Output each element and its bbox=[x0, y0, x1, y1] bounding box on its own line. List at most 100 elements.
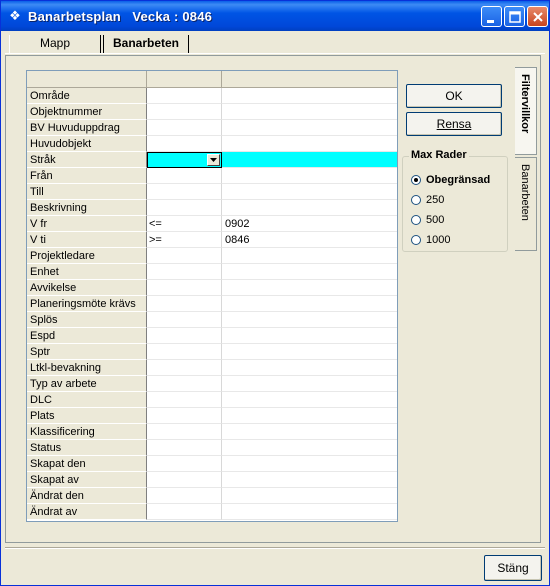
close-window-button[interactable] bbox=[527, 6, 548, 27]
radio-1000-dot[interactable] bbox=[411, 235, 421, 245]
row-value-cell[interactable]: 0846 bbox=[222, 232, 397, 248]
tab-mapp[interactable]: Mapp bbox=[9, 35, 101, 53]
radio-250-label: 250 bbox=[426, 194, 445, 206]
row-value-cell[interactable] bbox=[222, 456, 397, 472]
row-operator-cell[interactable] bbox=[147, 264, 222, 280]
table-row[interactable]: Enhet bbox=[27, 264, 397, 280]
row-value-cell[interactable] bbox=[222, 504, 397, 520]
table-row[interactable]: Espd bbox=[27, 328, 397, 344]
row-value-cell[interactable] bbox=[222, 200, 397, 216]
row-operator-cell[interactable] bbox=[147, 376, 222, 392]
stang-button[interactable]: Stäng bbox=[484, 555, 542, 581]
table-row[interactable]: Ändrat av bbox=[27, 504, 397, 520]
row-operator-cell[interactable] bbox=[147, 392, 222, 408]
row-value-cell[interactable] bbox=[222, 152, 397, 168]
table-row[interactable]: Ändrat den bbox=[27, 488, 397, 504]
row-value-cell[interactable] bbox=[222, 104, 397, 120]
table-row[interactable]: Område bbox=[27, 88, 397, 104]
row-label: V fr bbox=[27, 216, 147, 232]
row-operator-cell[interactable] bbox=[147, 296, 222, 312]
row-operator-cell[interactable] bbox=[147, 248, 222, 264]
row-value-cell[interactable] bbox=[222, 312, 397, 328]
table-row[interactable]: V ti >= 0846 bbox=[27, 232, 397, 248]
table-row[interactable]: Sptr bbox=[27, 344, 397, 360]
table-row[interactable]: Från bbox=[27, 168, 397, 184]
row-value-cell[interactable] bbox=[222, 360, 397, 376]
row-value-cell[interactable] bbox=[222, 440, 397, 456]
tab-banarbeten-side[interactable]: Banarbeten bbox=[515, 157, 537, 251]
row-value-cell[interactable]: 0902 bbox=[222, 216, 397, 232]
tab-filtervillkor[interactable]: Filtervillkor bbox=[515, 67, 537, 155]
row-operator-cell[interactable] bbox=[147, 408, 222, 424]
row-value-cell[interactable] bbox=[222, 168, 397, 184]
row-operator-cell[interactable] bbox=[147, 344, 222, 360]
radio-500-dot[interactable] bbox=[411, 215, 421, 225]
row-value-cell[interactable] bbox=[222, 264, 397, 280]
row-operator-cell[interactable] bbox=[147, 104, 222, 120]
tab-banarbeten[interactable]: Banarbeten bbox=[103, 35, 189, 53]
row-operator-cell[interactable] bbox=[147, 88, 222, 104]
table-row[interactable]: Avvikelse bbox=[27, 280, 397, 296]
row-operator-cell[interactable] bbox=[147, 440, 222, 456]
dropdown-button[interactable] bbox=[207, 154, 220, 166]
table-row[interactable]: Skapat av bbox=[27, 472, 397, 488]
table-row[interactable]: Projektledare bbox=[27, 248, 397, 264]
table-row[interactable]: Ltkl-bevakning bbox=[27, 360, 397, 376]
row-value-cell[interactable] bbox=[222, 328, 397, 344]
minimize-button[interactable] bbox=[481, 6, 502, 27]
maximize-icon bbox=[509, 11, 521, 23]
row-value-cell[interactable] bbox=[222, 488, 397, 504]
table-row[interactable]: BV Huvuduppdrag bbox=[27, 120, 397, 136]
radio-obegransad-dot[interactable] bbox=[411, 175, 421, 185]
table-row[interactable]: Planeringsmöte krävs bbox=[27, 296, 397, 312]
row-operator-cell[interactable] bbox=[147, 168, 222, 184]
table-row[interactable]: Stråk bbox=[27, 152, 397, 168]
ok-button[interactable]: OK bbox=[406, 84, 502, 108]
row-operator-cell[interactable] bbox=[147, 280, 222, 296]
row-value-cell[interactable] bbox=[222, 136, 397, 152]
table-row[interactable]: V fr <= 0902 bbox=[27, 216, 397, 232]
table-row[interactable]: Till bbox=[27, 184, 397, 200]
row-value-cell[interactable] bbox=[222, 296, 397, 312]
table-row[interactable]: Plats bbox=[27, 408, 397, 424]
row-operator-cell[interactable] bbox=[147, 424, 222, 440]
row-value-cell[interactable] bbox=[222, 392, 397, 408]
row-operator-cell[interactable] bbox=[147, 472, 222, 488]
table-row[interactable]: Status bbox=[27, 440, 397, 456]
row-value-cell[interactable] bbox=[222, 376, 397, 392]
table-row[interactable]: Beskrivning bbox=[27, 200, 397, 216]
row-value-cell[interactable] bbox=[222, 248, 397, 264]
table-row[interactable]: Klassificering bbox=[27, 424, 397, 440]
row-value-cell[interactable] bbox=[222, 88, 397, 104]
maximize-button[interactable] bbox=[504, 6, 525, 27]
table-row[interactable]: Typ av arbete bbox=[27, 376, 397, 392]
row-operator-cell[interactable] bbox=[147, 120, 222, 136]
row-value-cell[interactable] bbox=[222, 120, 397, 136]
row-value-cell[interactable] bbox=[222, 344, 397, 360]
row-operator-cell[interactable]: <= bbox=[147, 216, 222, 232]
rensa-button[interactable]: Rensa bbox=[406, 112, 502, 136]
row-value-cell[interactable] bbox=[222, 280, 397, 296]
row-operator-cell[interactable] bbox=[147, 360, 222, 376]
table-row[interactable]: Objektnummer bbox=[27, 104, 397, 120]
row-value-cell[interactable] bbox=[222, 184, 397, 200]
table-row[interactable]: DLC bbox=[27, 392, 397, 408]
row-operator-cell[interactable] bbox=[147, 456, 222, 472]
row-operator-cell[interactable] bbox=[147, 488, 222, 504]
row-operator-cell[interactable]: >= bbox=[147, 232, 222, 248]
row-operator-cell[interactable] bbox=[147, 504, 222, 520]
row-operator-cell[interactable] bbox=[147, 136, 222, 152]
row-operator-cell[interactable] bbox=[147, 312, 222, 328]
title-bar[interactable]: ❖ Banarbetsplan Vecka : 0846 bbox=[1, 1, 549, 31]
table-row[interactable]: Skapat den bbox=[27, 456, 397, 472]
row-operator-cell[interactable] bbox=[147, 200, 222, 216]
row-operator-cell[interactable] bbox=[147, 152, 222, 168]
radio-250-dot[interactable] bbox=[411, 195, 421, 205]
table-row[interactable]: Huvudobjekt bbox=[27, 136, 397, 152]
row-operator-cell[interactable] bbox=[147, 328, 222, 344]
row-value-cell[interactable] bbox=[222, 424, 397, 440]
table-row[interactable]: Splös bbox=[27, 312, 397, 328]
row-operator-cell[interactable] bbox=[147, 184, 222, 200]
row-value-cell[interactable] bbox=[222, 472, 397, 488]
row-value-cell[interactable] bbox=[222, 408, 397, 424]
